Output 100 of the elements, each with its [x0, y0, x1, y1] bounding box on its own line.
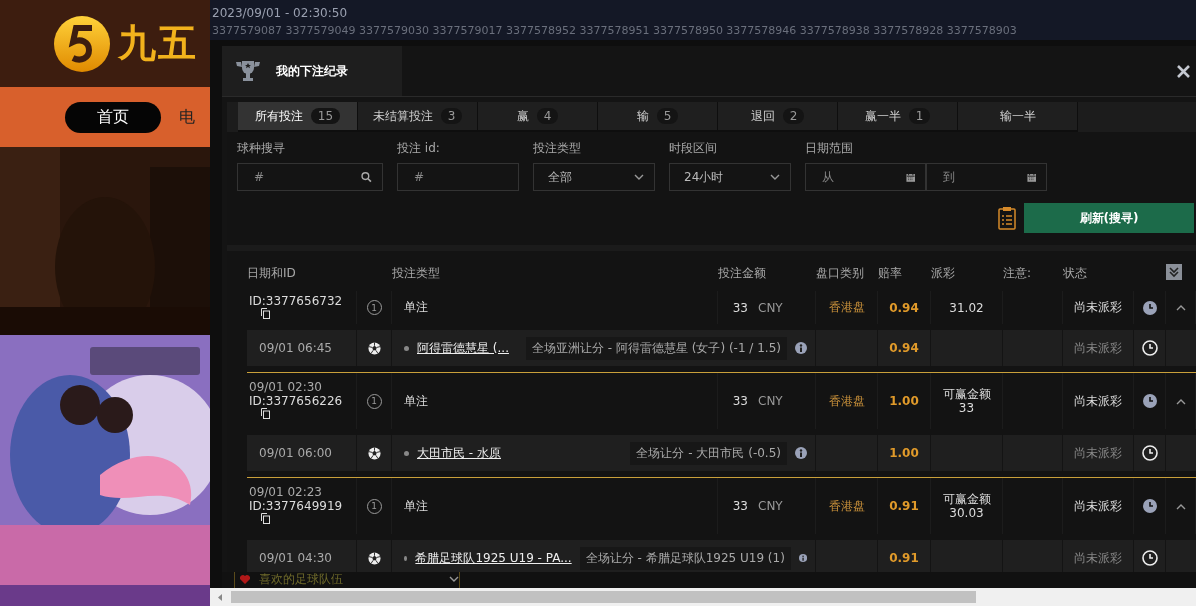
nav-item[interactable]: 首页 — [65, 101, 161, 133]
selection-tag: 全场亚洲让分 - 阿得雷德慧星 (女子) (-1 / 1.5) — [525, 336, 787, 360]
leg-status: 尚未派彩 — [1074, 549, 1122, 567]
bullet-icon — [404, 450, 409, 456]
heart-icon — [239, 574, 251, 585]
chevron-icon[interactable] — [449, 576, 459, 583]
stake-amount: 33 — [732, 394, 748, 408]
calendar-icon — [1026, 171, 1036, 183]
filter-label: 球种搜寻 — [237, 140, 286, 157]
chevron-icon[interactable] — [1175, 304, 1186, 311]
currency: CNY — [758, 300, 783, 315]
column-header: 盘口类别 — [816, 264, 865, 282]
info-icon — [795, 447, 807, 459]
payout-amount: 31.02 — [949, 300, 984, 315]
select-dropdown[interactable]: 全部 — [533, 163, 655, 191]
close-icon — [1177, 64, 1190, 78]
odds-type: 香港盘 — [828, 392, 865, 410]
leg-status: 尚未派彩 — [1074, 339, 1122, 357]
copy-icon — [261, 408, 270, 419]
soccer-ball-icon — [367, 341, 381, 355]
filter-label: 投注 id: — [397, 140, 441, 157]
bullet-icon — [404, 345, 409, 351]
filter-tab[interactable]: 输一半 — [958, 102, 1078, 132]
copy-icon — [261, 513, 270, 524]
scroll-left-icon[interactable] — [218, 593, 223, 601]
match-time: 09/01 06:00 — [259, 446, 332, 460]
clock-icon — [1141, 299, 1158, 316]
nav-item[interactable]: 电 — [179, 101, 195, 133]
odds: 0.94 — [889, 300, 919, 315]
filter-tab[interactable]: 退回 2 — [718, 102, 838, 132]
chevron-icon[interactable] — [770, 173, 780, 181]
odds: 0.91 — [889, 551, 919, 565]
chevron-icon[interactable] — [1175, 397, 1186, 405]
calendar-icon — [905, 171, 915, 183]
date-box[interactable]: 到 — [926, 163, 1047, 191]
currency: CNY — [758, 394, 783, 408]
bet-id: ID:3377649919 — [249, 499, 343, 513]
clock-icon — [1141, 550, 1158, 566]
clock-icon — [1141, 498, 1158, 514]
input-field[interactable]: # — [412, 169, 508, 185]
info-icon — [798, 552, 807, 564]
date-field[interactable]: 到 — [941, 169, 1027, 185]
bet-status: 尚未派彩 — [1074, 392, 1122, 410]
date-field[interactable]: 从 — [820, 169, 906, 185]
bet-date: 09/01 02:23 — [249, 485, 323, 499]
collapse-all-icon[interactable] — [1166, 263, 1182, 280]
filter-tab[interactable]: 所有投注 15 — [238, 102, 358, 132]
search-field[interactable]: # — [252, 169, 362, 185]
odds-type: 香港盘 — [828, 299, 865, 316]
column-header: 注意: — [1003, 264, 1033, 282]
stake-amount: 33 — [732, 499, 748, 513]
chevron-icon[interactable] — [1175, 502, 1186, 510]
horizontal-scrollbar[interactable] — [210, 588, 1196, 606]
match-link[interactable]: 希腊足球队1925 U19 - PA... — [415, 549, 572, 567]
refresh-button[interactable]: 刷新(搜寻) — [1024, 203, 1194, 233]
datetime: 2023/09/01 - 02:30:50 — [210, 0, 1196, 26]
search-icon — [361, 171, 372, 183]
dialog-title: 我的下注纪录 — [276, 62, 348, 80]
clock-icon — [1141, 340, 1158, 356]
odds: 1.00 — [889, 446, 919, 460]
match-time: 09/01 06:45 — [259, 341, 332, 355]
match-link[interactable]: 阿得雷德慧星 (... — [417, 339, 509, 357]
payout-amount: 33 — [958, 401, 975, 415]
bet-id: ID:3377656226 — [249, 394, 343, 408]
column-header: 赔率 — [878, 264, 903, 282]
logo-icon — [52, 13, 112, 74]
filter-tab[interactable]: 输 5 — [598, 102, 718, 132]
column-header: 投注类型 — [392, 264, 441, 282]
column-header: 日期和ID — [247, 264, 297, 282]
chevron-icon[interactable] — [634, 173, 644, 181]
match-link[interactable]: 大田市民 - 水原 — [417, 444, 501, 462]
payout-label: 可赢金额 — [942, 387, 991, 401]
clipboard-icon — [998, 206, 1016, 230]
odds: 0.94 — [889, 341, 919, 355]
selection-tag: 全场让分 - 希腊足球队1925 U19 (1) — [579, 546, 791, 570]
select-dropdown[interactable]: 24小时 — [669, 163, 791, 191]
column-header: 状态 — [1063, 264, 1088, 282]
column-header: 派彩 — [931, 264, 956, 282]
filter-label: 时段区间 — [669, 140, 718, 157]
search-box[interactable]: # — [237, 163, 383, 191]
bet-status: 尚未派彩 — [1074, 299, 1122, 316]
stake-amount: 33 — [732, 300, 748, 315]
date-box[interactable]: 从 — [805, 163, 926, 191]
odds: 1.00 — [889, 394, 919, 408]
filter-tab[interactable]: 赢 4 — [478, 102, 598, 132]
leg-status: 尚未派彩 — [1074, 444, 1122, 462]
bet-id: ID:3377656732 — [249, 293, 343, 308]
odds: 0.91 — [889, 499, 919, 513]
payout-label: 可赢金额 — [942, 492, 991, 506]
filter-label: 日期范围 — [805, 140, 854, 157]
filter-tab[interactable]: 未结算投注 3 — [358, 102, 478, 132]
id-input-box[interactable]: # — [397, 163, 519, 191]
clock-icon — [1141, 445, 1158, 461]
bet-date: 09/01 02:30 — [249, 380, 323, 394]
payout-amount: 30.03 — [949, 506, 984, 520]
filter-tab[interactable]: 赢一半 1 — [838, 102, 958, 132]
filter-label: 投注类型 — [533, 140, 582, 157]
site-logo-text: 九五 — [118, 20, 198, 67]
bet-type: 单注 — [404, 497, 428, 515]
bet-status: 尚未派彩 — [1074, 497, 1122, 515]
